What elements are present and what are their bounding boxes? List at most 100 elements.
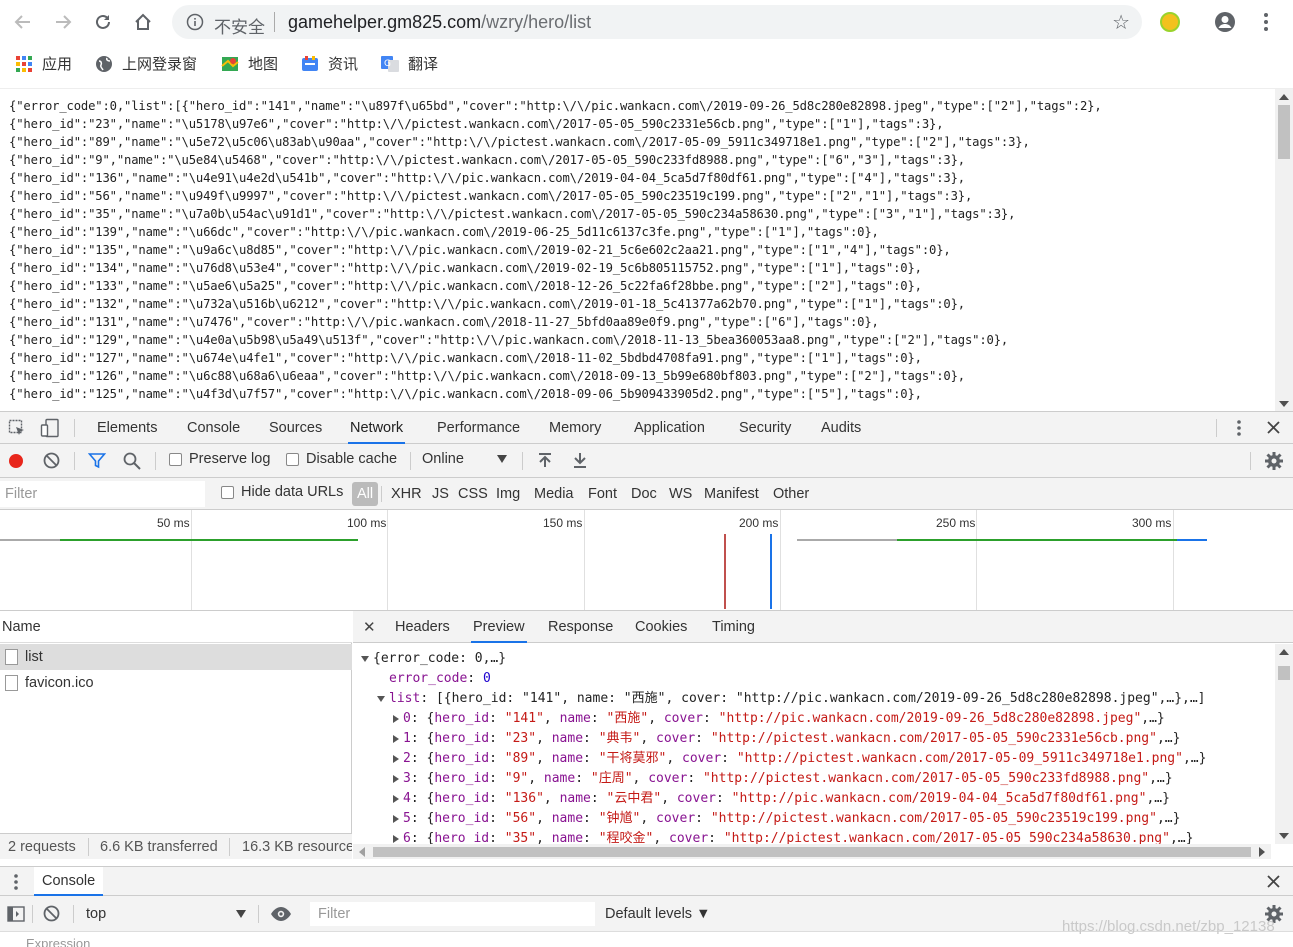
tab-security[interactable]: Security	[737, 412, 793, 444]
bookmark-login[interactable]: 上网登录窗	[94, 53, 197, 74]
back-icon[interactable]	[10, 9, 36, 35]
clear-console-icon[interactable]	[43, 905, 60, 922]
expand-arrow-icon[interactable]	[393, 794, 399, 803]
expand-arrow-icon[interactable]	[393, 734, 399, 743]
url-text[interactable]: gamehelper.gm825.com/wzry/hero/list	[288, 12, 591, 33]
scroll-down-icon[interactable]	[1279, 401, 1289, 407]
tree-list-item[interactable]: 1: {hero_id: "23", name: "典韦", cover: "h…	[353, 729, 1271, 749]
tree-list-item[interactable]: 2: {hero_id: "89", name: "干将莫邪", cover: …	[353, 749, 1271, 769]
tab-cookies[interactable]: Cookies	[633, 611, 689, 643]
tree-list-item[interactable]: 3: {hero_id: "9", name: "庄周", cover: "ht…	[353, 769, 1271, 789]
forward-icon[interactable]	[50, 9, 76, 35]
expand-arrow-icon[interactable]	[393, 834, 399, 843]
type-filter-ws[interactable]: WS	[666, 482, 695, 506]
preserve-log-checkbox[interactable]: Preserve log	[169, 451, 270, 467]
network-filter-input[interactable]: Filter	[0, 481, 205, 507]
bookmark-translate[interactable]: G 翻译	[380, 53, 438, 74]
checkbox-box[interactable]	[221, 485, 234, 499]
scroll-down-icon[interactable]	[1279, 833, 1289, 839]
type-filter-xhr[interactable]: XHR	[388, 482, 425, 506]
preview-scroll-thumb[interactable]	[1278, 666, 1290, 680]
page-scrollbar[interactable]	[1275, 89, 1293, 411]
record-icon[interactable]	[8, 453, 24, 469]
tab-timing[interactable]: Timing	[710, 611, 757, 643]
console-sidebar-icon[interactable]	[7, 906, 25, 922]
search-icon[interactable]	[123, 452, 141, 470]
checkbox-box[interactable]	[169, 452, 182, 466]
live-expression-eye-icon[interactable]	[270, 906, 292, 922]
type-filter-media[interactable]: Media	[531, 482, 577, 506]
tab-performance[interactable]: Performance	[435, 412, 522, 444]
expand-arrow-icon[interactable]	[393, 754, 399, 763]
context-select[interactable]: top	[86, 906, 106, 922]
close-devtools-icon[interactable]	[1266, 420, 1281, 435]
name-column-header[interactable]: Name	[0, 611, 352, 643]
type-filter-doc[interactable]: Doc	[628, 482, 660, 506]
tree-root[interactable]: {error_code: 0,…}	[353, 649, 1271, 669]
request-row-list[interactable]: list	[0, 644, 352, 670]
tab-headers[interactable]: Headers	[393, 611, 452, 643]
close-drawer-icon[interactable]	[1266, 874, 1281, 889]
type-filter-css[interactable]: CSS	[455, 482, 491, 506]
tab-console[interactable]: Console	[185, 412, 242, 444]
type-filter-js[interactable]: JS	[429, 482, 452, 506]
inspect-element-icon[interactable]	[8, 419, 26, 437]
devtools-menu-icon[interactable]	[1232, 419, 1246, 437]
expand-arrow-icon[interactable]	[393, 774, 399, 783]
console-filter-input[interactable]: Filter	[310, 902, 595, 926]
tab-audits[interactable]: Audits	[819, 412, 863, 444]
bookmark-map[interactable]: 地图	[220, 53, 278, 74]
expand-arrow-icon[interactable]	[393, 714, 399, 723]
type-filter-all[interactable]: All	[352, 482, 379, 506]
tab-response[interactable]: Response	[546, 611, 615, 643]
dropdown-arrow-icon[interactable]	[236, 910, 246, 918]
export-har-icon[interactable]	[572, 452, 588, 470]
drawer-tab-console[interactable]: Console	[34, 867, 104, 896]
scroll-up-icon[interactable]	[1279, 94, 1289, 100]
network-overview-timeline[interactable]: 50 ms 100 ms 150 ms 200 ms 250 ms 300 ms	[0, 510, 1293, 611]
tree-list-item[interactable]: 5: {hero_id: "56", name: "钟馗", cover: "h…	[353, 809, 1271, 829]
type-filter-other[interactable]: Other	[770, 482, 812, 506]
reload-icon[interactable]	[90, 9, 116, 35]
address-bar[interactable]: 不安全 gamehelper.gm825.com/wzry/hero/list …	[172, 5, 1142, 39]
extension-icon[interactable]	[1160, 12, 1180, 32]
type-filter-font[interactable]: Font	[585, 482, 620, 506]
expand-arrow-icon[interactable]	[377, 695, 385, 702]
page-scroll-thumb[interactable]	[1278, 105, 1290, 159]
dropdown-arrow-icon[interactable]	[497, 455, 507, 463]
request-row-favicon[interactable]: favicon.ico	[0, 670, 352, 696]
tree-list-item[interactable]: 6: {hero_id: "35", name: "程咬金", cover: "…	[353, 829, 1271, 844]
expand-arrow-icon[interactable]	[393, 814, 399, 823]
preview-hscroll-thumb[interactable]	[373, 847, 1251, 857]
home-icon[interactable]	[130, 9, 156, 35]
expand-arrow-icon[interactable]	[361, 655, 369, 662]
bookmark-news[interactable]: 资讯	[300, 53, 358, 74]
tab-application[interactable]: Application	[632, 412, 707, 444]
info-icon[interactable]	[186, 13, 204, 31]
network-settings-gear-icon[interactable]	[1265, 452, 1283, 470]
tree-list-item[interactable]: 4: {hero_id: "136", name: "云中君", cover: …	[353, 789, 1271, 809]
tree-list[interactable]: list: [{hero_id: "141", name: "西施", cove…	[353, 689, 1271, 709]
bookmark-apps[interactable]: 应用	[14, 53, 72, 74]
tab-elements[interactable]: Elements	[95, 412, 159, 444]
drawer-menu-icon[interactable]	[10, 873, 22, 891]
profile-icon[interactable]	[1214, 11, 1236, 33]
log-levels-select[interactable]: Default levels ▼	[605, 906, 710, 922]
checkbox-box[interactable]	[286, 452, 299, 466]
throttle-select[interactable]: Online	[422, 451, 464, 467]
tab-sources[interactable]: Sources	[267, 412, 324, 444]
preview-hscrollbar[interactable]	[353, 844, 1271, 859]
type-filter-manifest[interactable]: Manifest	[701, 482, 762, 506]
import-har-icon[interactable]	[537, 452, 553, 470]
scroll-left-icon[interactable]	[359, 847, 365, 857]
bookmark-star-icon[interactable]: ☆	[1112, 10, 1130, 35]
disable-cache-checkbox[interactable]: Disable cache	[286, 451, 397, 467]
clear-icon[interactable]	[43, 452, 60, 469]
device-toolbar-icon[interactable]	[40, 418, 60, 438]
close-detail-icon[interactable]: ✕	[363, 618, 376, 636]
chrome-menu-icon[interactable]	[1258, 10, 1274, 34]
tree-list-item[interactable]: 0: {hero_id: "141", name: "西施", cover: "…	[353, 709, 1271, 729]
tab-memory[interactable]: Memory	[547, 412, 603, 444]
scroll-right-icon[interactable]	[1259, 847, 1265, 857]
tab-network[interactable]: Network	[348, 412, 406, 444]
